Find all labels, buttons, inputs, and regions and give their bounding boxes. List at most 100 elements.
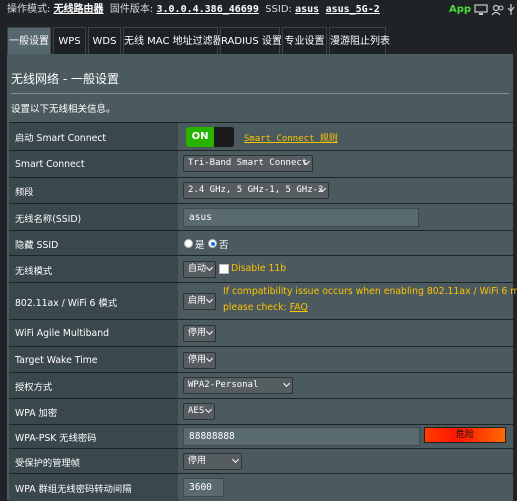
- row-label: 授权方式: [9, 373, 178, 399]
- disable-11b-checkbox[interactable]: [219, 264, 229, 274]
- tab-wps[interactable]: WPS: [53, 27, 86, 54]
- ax-mode-select[interactable]: 启用: [183, 293, 216, 310]
- smart-connect-select[interactable]: Tri-Band Smart Connect: [183, 155, 313, 172]
- ax-warning-text: please check:: [223, 302, 287, 313]
- chevron-down-icon: [205, 263, 214, 272]
- select-value: 自动: [188, 264, 207, 274]
- chevron-down-icon: [205, 327, 214, 336]
- ssid-label: SSID:: [265, 4, 292, 15]
- row-label: Smart Connect: [9, 151, 178, 178]
- select-value: WPA2-Personal: [188, 380, 259, 390]
- wireless-mode-select[interactable]: 自动: [183, 261, 216, 278]
- tab-mac-filter[interactable]: 无线 MAC 地址过滤器: [123, 27, 223, 54]
- router-info: 操作模式: 无线路由器 固件版本: 3.0.0.4.386_46699 SSID…: [7, 0, 380, 20]
- row-wpa-psk: WPA-PSK 无线密码 88888888 危险: [9, 424, 513, 449]
- row-value-cell: 停用: [179, 320, 513, 347]
- target-wake-time-select[interactable]: 停用: [183, 352, 216, 369]
- hide-ssid-yes-radio[interactable]: [184, 239, 193, 248]
- disable-11b-label: Disable 11b: [231, 263, 287, 274]
- row-group-key-interval: WPA 群组无线密码转动间隔 3600: [9, 473, 513, 501]
- tab-roaming-block-list[interactable]: 漫游阻止列表: [329, 27, 390, 54]
- chevron-down-icon: [204, 405, 213, 414]
- tab-wds[interactable]: WDS: [88, 27, 121, 54]
- select-value: 2.4 GHz, 5 GHz-1, 5 GHz-2: [188, 185, 324, 195]
- ssid-link-2[interactable]: asus_5G-2: [326, 4, 380, 15]
- ssid-link-1[interactable]: asus: [295, 4, 319, 15]
- password-strength-meter: 危险: [424, 427, 506, 443]
- row-label: WPA-PSK 无线密码: [9, 425, 178, 449]
- row-label: WPA 加密: [9, 399, 178, 425]
- auth-method-select[interactable]: WPA2-Personal: [183, 377, 293, 394]
- row-value-cell: 启用 If compatibility issue occurs when en…: [179, 283, 517, 320]
- row-value-cell: 停用: [179, 347, 513, 373]
- tab-general[interactable]: 一般设置: [7, 27, 51, 54]
- faq-link[interactable]: FAQ: [290, 302, 308, 313]
- select-value: 停用: [188, 355, 207, 365]
- select-value: Tri-Band Smart Connect: [188, 158, 308, 168]
- row-label: 受保护的管理帧: [9, 449, 178, 474]
- operation-mode-link[interactable]: 无线路由器: [54, 4, 104, 15]
- firmware-version-link[interactable]: 3.0.0.4.386_46699: [156, 4, 258, 15]
- chevron-down-icon: [205, 354, 214, 363]
- wpa-encryption-select[interactable]: AES: [183, 403, 215, 420]
- hide-ssid-yes-label: 是: [195, 240, 205, 251]
- smart-connect-toggle[interactable]: ON: [186, 127, 234, 147]
- select-value: 停用: [188, 328, 207, 338]
- tab-radius[interactable]: RADIUS 设置: [220, 27, 282, 54]
- row-label: 频段: [9, 178, 178, 204]
- row-label: 无线模式: [9, 256, 178, 283]
- chevron-down-icon: [282, 379, 291, 388]
- row-value-cell: 88888888 危险: [179, 425, 513, 449]
- row-label: WPA 群组无线密码转动间隔: [9, 474, 178, 501]
- row-ssid: 无线名称(SSID) asus: [9, 203, 513, 231]
- select-value: 停用: [188, 456, 207, 466]
- page-description: 设置以下无线相关信息。: [11, 104, 116, 115]
- row-smart-connect-enable: 启动 Smart Connect ON Smart Connect 规则: [9, 122, 513, 151]
- pmf-select[interactable]: 停用: [183, 453, 242, 470]
- toggle-knob: [214, 127, 234, 147]
- row-value-cell: 3600: [179, 474, 513, 501]
- row-label: 802.11ax / WiFi 6 模式: [9, 283, 178, 320]
- row-value-cell: 停用: [179, 449, 513, 474]
- row-smart-connect: Smart Connect Tri-Band Smart Connect: [9, 150, 513, 178]
- select-value: 启用: [188, 296, 207, 306]
- app-link[interactable]: App: [449, 0, 471, 20]
- ax-warning-line-2: please check: FAQ: [223, 302, 308, 313]
- row-value-cell: 2.4 GHz, 5 GHz-1, 5 GHz-2: [179, 178, 513, 204]
- row-value-cell: Tri-Band Smart Connect: [179, 151, 513, 178]
- row-target-wake-time: Target Wake Time 停用: [9, 346, 513, 373]
- chevron-down-icon: [205, 295, 214, 304]
- network-clients-icon[interactable]: [474, 4, 488, 16]
- page-title: 无线网络 - 一般设置: [11, 72, 119, 86]
- hide-ssid-no-radio[interactable]: [208, 239, 217, 248]
- usb-icon[interactable]: [506, 4, 516, 16]
- row-band: 频段 2.4 GHz, 5 GHz-1, 5 GHz-2: [9, 177, 513, 204]
- row-value-cell: 自动 Disable 11b: [179, 256, 513, 283]
- smart-connect-rules-link[interactable]: Smart Connect 规则: [244, 131, 338, 144]
- firmware-label: 固件版本:: [109, 4, 154, 15]
- row-hide-ssid: 隐藏 SSID 是 否: [9, 230, 513, 256]
- group-key-interval-input[interactable]: 3600: [183, 478, 224, 497]
- wpa-psk-input[interactable]: 88888888: [183, 427, 420, 446]
- hide-ssid-no-label: 否: [219, 240, 229, 251]
- row-pmf: 受保护的管理帧 停用: [9, 448, 513, 474]
- row-wireless-mode: 无线模式 自动 Disable 11b: [9, 255, 513, 283]
- row-wpa-encryption: WPA 加密 AES: [9, 398, 513, 425]
- row-label: Target Wake Time: [9, 347, 178, 373]
- select-value: AES: [188, 406, 205, 416]
- tab-professional[interactable]: 专业设置: [282, 27, 327, 54]
- row-value-cell: AES: [179, 399, 513, 425]
- row-ax-mode: 802.11ax / WiFi 6 模式 启用 If compatibility…: [9, 282, 517, 320]
- users-icon[interactable]: [491, 4, 505, 16]
- operation-mode-label: 操作模式:: [7, 4, 51, 15]
- row-label: WiFi Agile Multiband: [9, 320, 178, 347]
- row-value-cell: WPA2-Personal: [179, 373, 513, 399]
- agile-multiband-select[interactable]: 停用: [183, 325, 216, 342]
- main-panel: 无线网络 - 一般设置 设置以下无线相关信息。 启动 Smart Connect…: [7, 54, 517, 501]
- row-label: 无线名称(SSID): [9, 204, 178, 231]
- chevron-down-icon: [231, 455, 240, 464]
- ssid-input[interactable]: asus: [183, 208, 419, 227]
- band-select[interactable]: 2.4 GHz, 5 GHz-1, 5 GHz-2: [183, 182, 329, 199]
- title-divider: [11, 93, 509, 94]
- row-value-cell: asus: [179, 204, 513, 231]
